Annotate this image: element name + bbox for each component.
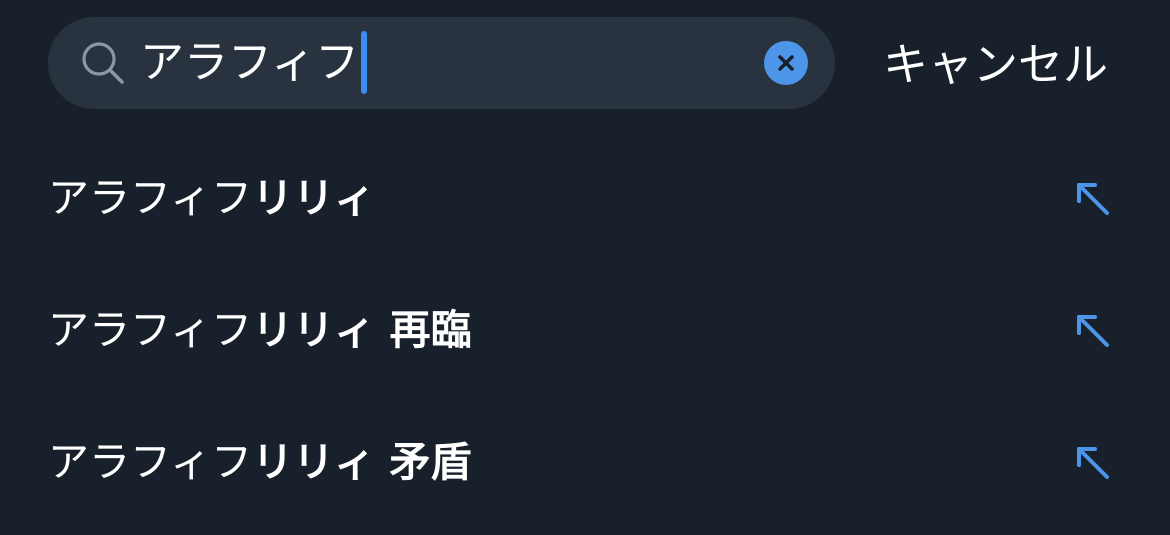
suggestion-prefix: アラフィフ <box>48 174 253 222</box>
suggestion-completion: リリィ 再臨 <box>252 306 472 354</box>
suggestion-prefix: アラフィフ <box>48 306 253 354</box>
arrow-up-left-icon[interactable] <box>1075 313 1111 349</box>
search-header: アラフィフ キャンセル <box>0 0 1170 130</box>
search-icon <box>82 42 124 84</box>
suggestion-completion: リリィ 矛盾 <box>252 438 472 486</box>
suggestion-item[interactable]: アラフィフリリィ 矛盾 <box>0 394 1170 526</box>
arrow-up-left-icon[interactable] <box>1075 181 1111 217</box>
suggestion-text: アラフィフリリィ 矛盾 <box>48 430 471 494</box>
cancel-button[interactable]: キャンセル <box>883 33 1108 97</box>
search-input[interactable]: アラフィフ <box>140 30 359 96</box>
suggestion-prefix: アラフィフ <box>48 438 253 486</box>
arrow-up-left-icon[interactable] <box>1075 445 1111 481</box>
text-caret <box>361 31 367 94</box>
suggestion-item[interactable]: アラフィフリリィ 再臨 <box>0 262 1170 394</box>
suggestion-text: アラフィフリリィ 再臨 <box>48 298 471 362</box>
suggestion-item[interactable]: アラフィフリリィ <box>0 130 1170 262</box>
suggestion-text: アラフィフリリィ <box>48 166 375 230</box>
clear-icon <box>778 55 794 71</box>
suggestion-completion: リリィ <box>252 174 376 222</box>
clear-search-button[interactable] <box>764 41 808 85</box>
